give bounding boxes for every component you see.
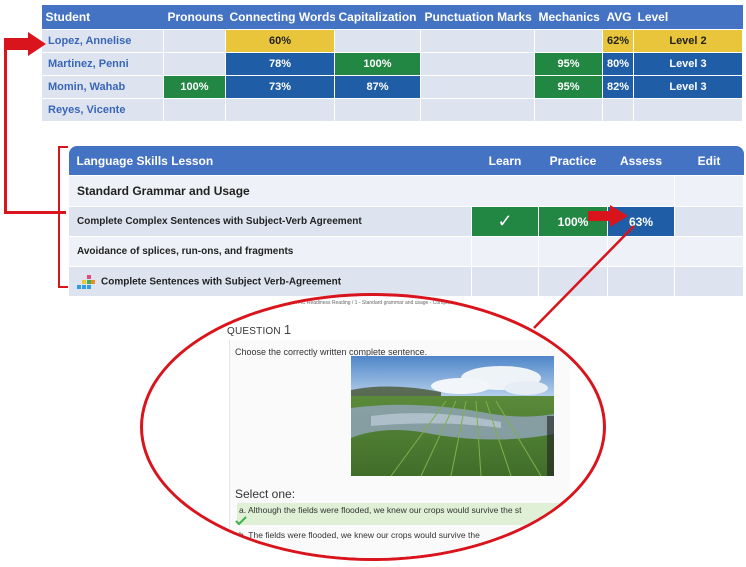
lesson-row-label: Complete Sentences with Subject Verb-Agr… (101, 276, 342, 288)
bracket-vertical-line (4, 44, 7, 214)
student-name[interactable]: Reyes, Vicente (41, 98, 164, 122)
col-learn: Learn (471, 146, 539, 176)
col-student[interactable]: Student (41, 5, 164, 30)
col-mechanics[interactable]: Mechanics (534, 5, 603, 30)
section-row: Standard Grammar and Usage (68, 175, 744, 207)
student-row[interactable]: Momin, Wahab 100% 73% 87% 95% 82% Level 3 (41, 75, 743, 99)
student-name[interactable]: Martinez, Penni (41, 52, 164, 76)
score-cell-punctuation-marks[interactable] (420, 29, 535, 53)
checkmark-icon: ✓ (497, 211, 513, 231)
breadcrumb[interactable]: ... > GROUP 2 / ELPAC Readiness Reading … (253, 300, 460, 306)
col-avg[interactable]: AVG (602, 5, 634, 30)
student-row[interactable]: Reyes, Vicente (41, 98, 743, 122)
connector-line (533, 225, 635, 329)
score-cell-mechanics[interactable] (534, 98, 603, 122)
learn-cell[interactable] (471, 266, 539, 297)
score-cell-pronouns[interactable] (163, 98, 226, 122)
edit-cell[interactable] (674, 236, 744, 267)
score-cell-level[interactable] (633, 98, 743, 122)
option-a-text[interactable]: a. Although the fields were flooded, we … (239, 505, 522, 515)
score-cell-connecting-words[interactable] (225, 98, 335, 122)
score-cell-avg[interactable]: 82% (602, 75, 634, 99)
lesson-bracket-side (58, 146, 60, 288)
bracket-horizontal-line (4, 211, 66, 214)
score-cell-pronouns[interactable] (163, 52, 226, 76)
lesson-row-label[interactable]: Complete Complex Sentences with Subject-… (68, 206, 472, 237)
score-cell-level[interactable]: Level 2 (633, 29, 743, 53)
checkmark-icon (235, 516, 247, 526)
col-assess: Assess (607, 146, 675, 176)
score-cell-capitalization[interactable]: 87% (334, 75, 421, 99)
student-name[interactable]: Lopez, Annelise (41, 29, 164, 53)
score-cell-avg[interactable]: 62% (602, 29, 634, 53)
lesson-row-label-cell[interactable]: Complete Sentences with Subject Verb-Agr… (68, 266, 472, 297)
score-cell-pronouns[interactable] (163, 29, 226, 53)
gradebook-table: Student Pronouns Connecting Words Capita… (41, 5, 743, 122)
arrow-right-icon (4, 32, 46, 56)
flooded-field-photo (351, 356, 554, 476)
squares-activity-icon (77, 274, 95, 289)
score-cell-pronouns[interactable]: 100% (163, 75, 226, 99)
lesson-title: Language Skills Lesson (68, 146, 472, 176)
score-cell-connecting-words[interactable]: 73% (225, 75, 335, 99)
score-cell-mechanics[interactable]: 95% (534, 52, 603, 76)
lesson-header-row: Language Skills Lesson Learn Practice As… (68, 146, 744, 176)
select-one-label: Select one: (235, 487, 296, 501)
student-row[interactable]: Martinez, Penni 78% 100% 95% 80% Level 3 (41, 52, 743, 76)
student-name[interactable]: Momin, Wahab (41, 75, 164, 99)
col-capitalization[interactable]: Capitalization (334, 5, 421, 30)
score-cell-connecting-words[interactable]: 78% (225, 52, 335, 76)
score-cell-capitalization[interactable] (334, 98, 421, 122)
edit-cell[interactable] (674, 266, 744, 297)
score-cell-punctuation-marks[interactable] (420, 98, 535, 122)
score-cell-punctuation-marks[interactable] (420, 75, 535, 99)
col-pronouns[interactable]: Pronouns (163, 5, 226, 30)
learn-cell[interactable]: ✓ (471, 206, 539, 237)
section-title: Standard Grammar and Usage (68, 175, 675, 207)
score-cell-avg[interactable] (602, 98, 634, 122)
student-row[interactable]: Lopez, Annelise 60% 62% Level 2 (41, 29, 743, 53)
lesson-row-label[interactable]: Avoidance of splices, run-ons, and fragm… (68, 236, 472, 267)
edit-cell[interactable] (674, 206, 744, 237)
score-cell-capitalization[interactable]: 100% (334, 52, 421, 76)
col-edit: Edit (674, 146, 744, 176)
score-cell-punctuation-marks[interactable] (420, 52, 535, 76)
col-level[interactable]: Level (633, 5, 743, 30)
col-connecting-words[interactable]: Connecting Words (225, 5, 335, 30)
score-cell-avg[interactable]: 80% (602, 52, 634, 76)
question-label: QUESTION 1 (227, 322, 292, 337)
quiz-preview-oval: ... > GROUP 2 / ELPAC Readiness Reading … (140, 293, 606, 561)
learn-cell[interactable] (471, 236, 539, 267)
col-practice: Practice (538, 146, 608, 176)
score-cell-mechanics[interactable] (534, 29, 603, 53)
lesson-bracket-bottom (58, 286, 68, 288)
section-edit-cell (674, 175, 744, 207)
score-cell-connecting-words[interactable]: 60% (225, 29, 335, 53)
score-cell-level[interactable]: Level 3 (633, 75, 743, 99)
score-cell-level[interactable]: Level 3 (633, 52, 743, 76)
option-b-text[interactable]: b. The fields were flooded, we knew our … (239, 530, 480, 540)
score-cell-capitalization[interactable] (334, 29, 421, 53)
score-cell-mechanics[interactable]: 95% (534, 75, 603, 99)
col-punctuation-marks[interactable]: Punctuation Marks (420, 5, 535, 30)
gradebook-header-row: Student Pronouns Connecting Words Capita… (41, 5, 743, 30)
